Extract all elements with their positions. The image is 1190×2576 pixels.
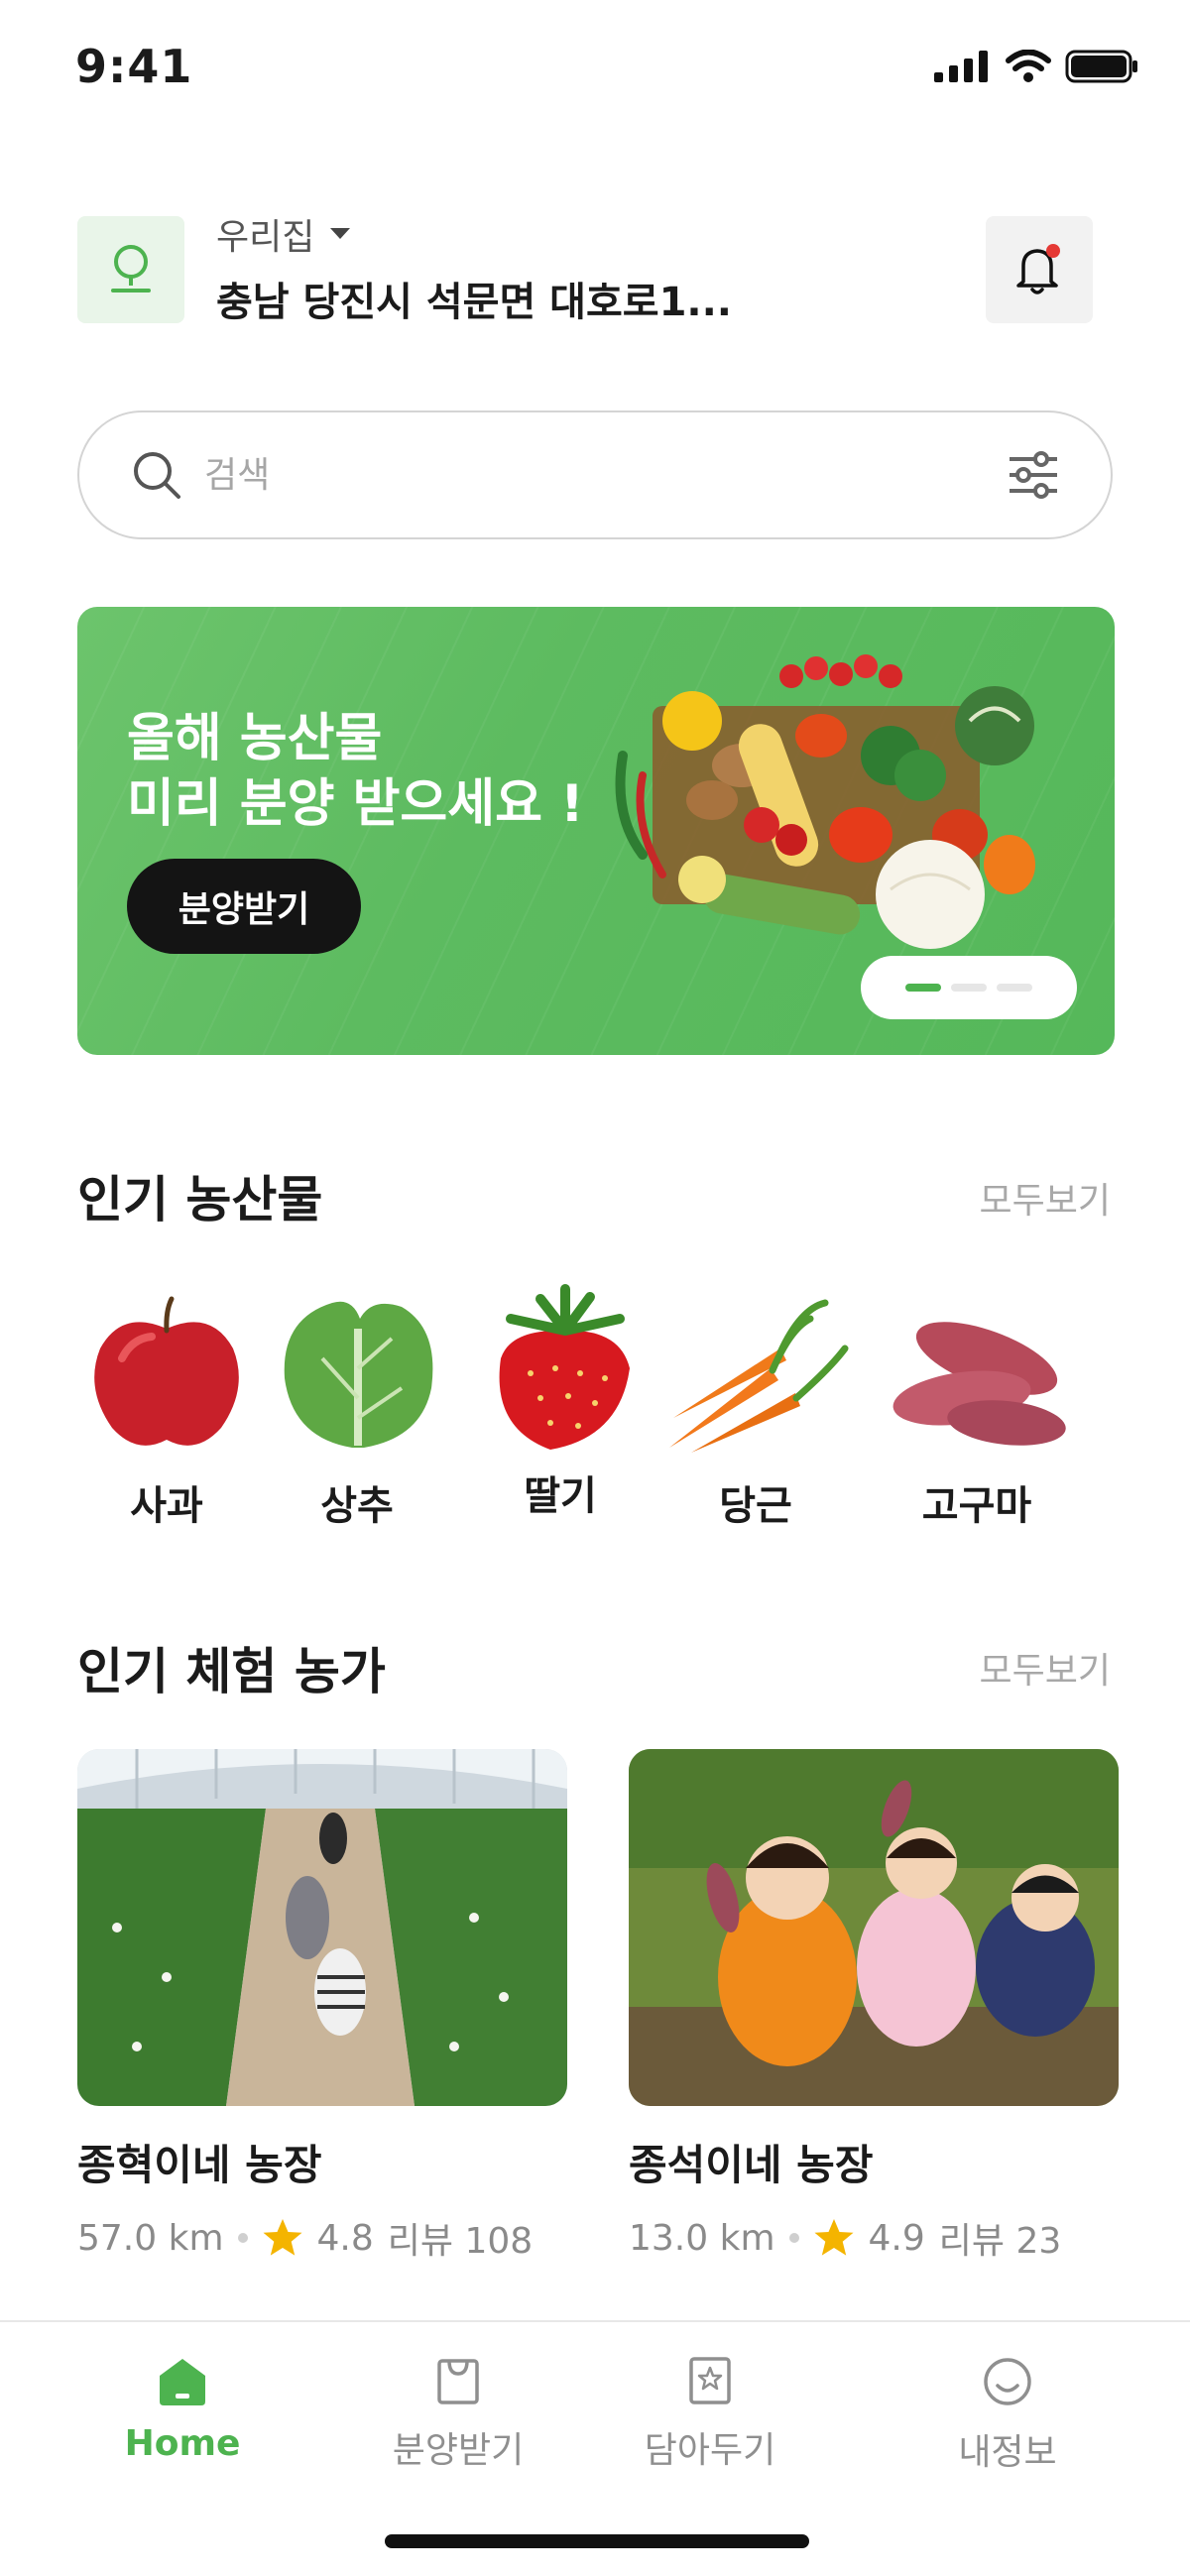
farm-name: 종혁이네 농장 [77,2141,322,2189]
nav-label: 담아두기 [644,2430,776,2471]
separator-dot [237,2233,248,2243]
product-item-strawberry[interactable]: 딸기 [466,1279,654,1521]
farm-meta: 13.0 km 4.9 리뷰 23 [629,2212,1119,2264]
nav-saved[interactable]: 담아두기 [611,2356,809,2473]
farm-distance: 57.0 km [77,2217,224,2259]
product-item-carrot[interactable]: 당근 [656,1289,855,1531]
status-time: 9:41 [75,40,193,93]
lettuce-icon [284,1301,433,1448]
status-icons [934,50,1138,83]
product-item-sweet-potato[interactable]: 고구마 [863,1289,1091,1531]
section-title-produce: 인기 농산물 [77,1171,323,1229]
wifi-icon [1006,50,1051,82]
product-item-lettuce[interactable]: 상추 [268,1289,446,1531]
caret-down-icon [330,228,351,239]
search-input[interactable] [202,453,1008,497]
banner-pagination [861,956,1077,1019]
farm-photo-kids-harvest [629,1749,1119,2106]
nav-profile[interactable]: 내정보 [908,2356,1107,2475]
strawberry-icon [499,1284,630,1450]
bottom-nav-divider [0,2320,1190,2322]
star-icon [263,2219,302,2256]
battery-icon [1065,50,1137,83]
farm-name: 종석이네 농장 [629,2141,874,2189]
nav-label: Home [124,2423,241,2464]
product-label: 당근 [719,1483,792,1529]
product-item-apple[interactable]: 사과 [77,1289,256,1531]
signal-icon [934,51,988,82]
nav-home[interactable]: Home [83,2356,282,2464]
banner-title: 올해 농산물 미리 분양 받으세요 ! [127,709,584,834]
location-pin-icon [111,245,151,293]
star-icon [814,2219,854,2256]
product-label: 고구마 [921,1483,1032,1529]
farm-distance: 13.0 km [629,2217,775,2259]
location-selector[interactable]: 우리집 [216,208,351,260]
product-label: 사과 [130,1483,203,1529]
see-all-farms-link[interactable]: 모두보기 [980,1642,1111,1694]
sweet-potato-icon [892,1322,1066,1446]
product-label: 상추 [320,1483,394,1529]
farm-reviews: 리뷰 108 [387,2221,534,2262]
farm-meta: 57.0 km 4.8 리뷰 108 [77,2212,567,2264]
pagination-dot-active[interactable] [905,984,941,992]
vegetable-basket-image [615,654,1035,949]
home-indicator [385,2534,809,2548]
farm-rating: 4.9 [868,2217,925,2259]
location-address[interactable]: 충남 당진시 석문면 대호로1... [216,270,732,327]
farm-card-1[interactable]: 종혁이네 농장 57.0 km 4.8 리뷰 108 [77,1749,567,2264]
filter-icon[interactable] [1008,451,1059,499]
separator-dot [788,2233,799,2243]
section-title-farms: 인기 체험 농가 [77,1643,386,1700]
apple-icon [94,1296,239,1446]
notification-button[interactable] [986,216,1093,323]
nav-label: 내정보 [958,2432,1057,2473]
search-icon [134,452,180,499]
pagination-dot[interactable] [951,984,987,992]
bag-icon [437,2359,479,2404]
farm-reviews: 리뷰 23 [938,2221,1062,2262]
farm-card-2[interactable]: 종석이네 농장 13.0 km 4.9 리뷰 23 [629,1749,1119,2264]
location-icon-box[interactable] [77,216,184,323]
banner-cta-button[interactable]: 분양받기 [127,859,361,954]
bell-icon [1016,244,1060,294]
bookmark-icon [689,2357,731,2404]
nav-adopt[interactable]: 분양받기 [359,2356,557,2473]
farm-photo-strawberry-greenhouse [77,1749,567,2106]
pagination-dot[interactable] [997,984,1032,992]
promo-banner[interactable]: 올해 농산물 미리 분양 받으세요 ! 분양받기 [77,607,1115,1055]
see-all-produce-link[interactable]: 모두보기 [980,1172,1111,1224]
farm-rating: 4.8 [316,2217,374,2259]
search-bar [77,410,1113,539]
smile-icon [984,2358,1031,2405]
nav-label: 분양받기 [392,2430,525,2471]
product-label: 딸기 [524,1473,597,1519]
location-label: 우리집 [216,217,315,258]
carrot-icon [669,1299,849,1453]
home-icon [160,2359,205,2405]
